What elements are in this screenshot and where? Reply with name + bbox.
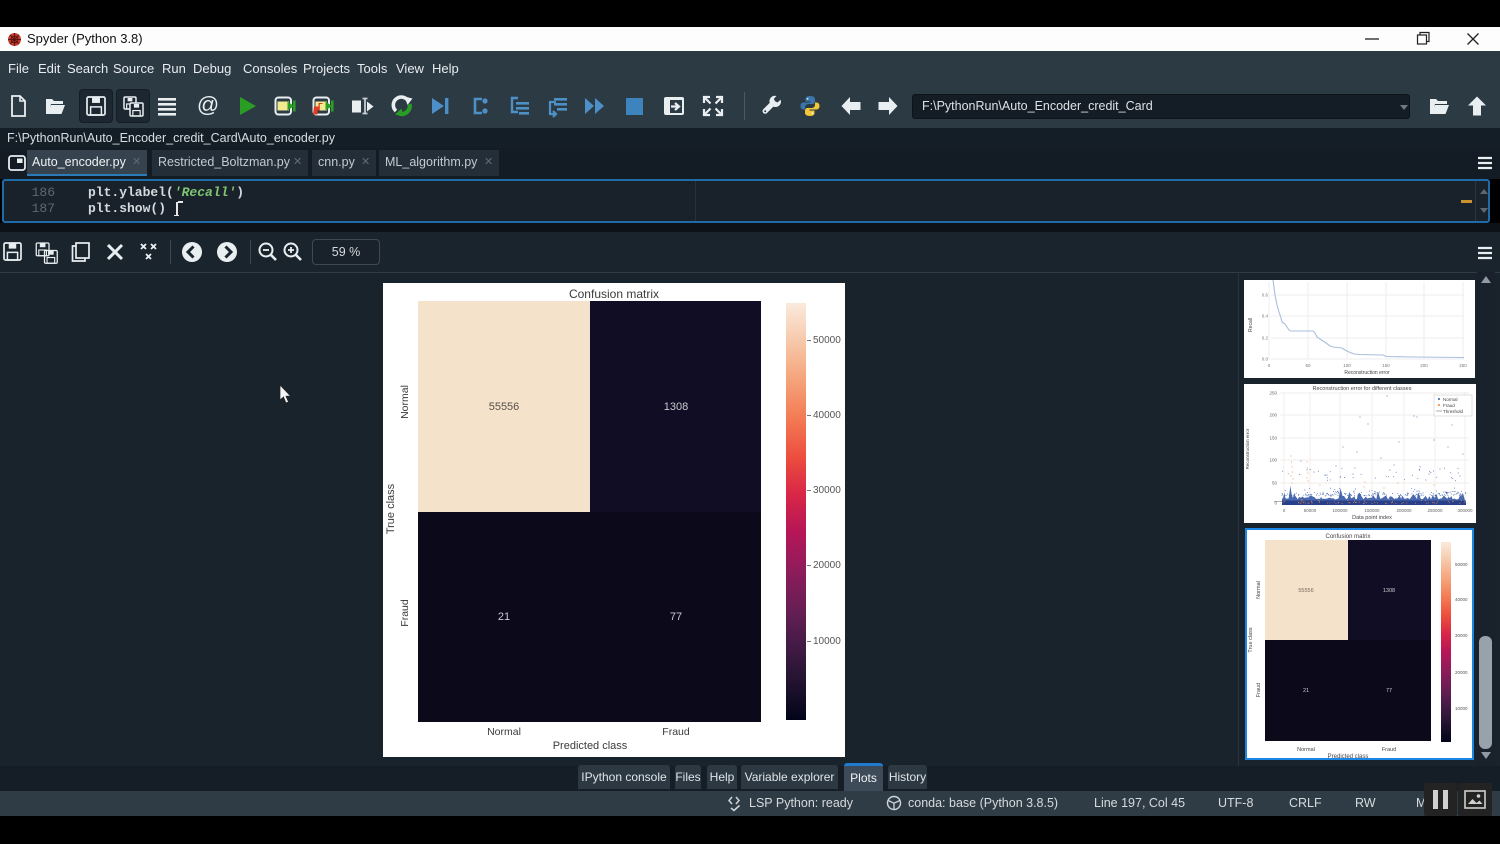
svg-text:0.4: 0.4 [1262, 314, 1269, 319]
svg-text:150000: 150000 [1364, 508, 1380, 513]
svg-text:0: 0 [1283, 508, 1286, 513]
svg-text:100: 100 [1269, 458, 1277, 463]
svg-text:Normal: Normal [1443, 397, 1458, 402]
svg-text:0: 0 [1268, 363, 1271, 368]
svg-text:True class: True class [1248, 627, 1254, 652]
svg-text:Reconstruction error: Reconstruction error [1344, 370, 1390, 376]
svg-text:100000: 100000 [1332, 508, 1348, 513]
svg-text:200: 200 [1269, 413, 1277, 418]
svg-text:20000: 20000 [1455, 670, 1468, 675]
svg-text:250: 250 [1459, 363, 1467, 368]
svg-text:Data point index: Data point index [1352, 515, 1392, 521]
svg-text:Recall: Recall [1248, 318, 1254, 332]
svg-text:40000: 40000 [1455, 597, 1468, 602]
svg-text:200: 200 [1420, 363, 1428, 368]
svg-text:150: 150 [1382, 363, 1390, 368]
svg-text:1308: 1308 [1383, 588, 1395, 594]
svg-text:0.6: 0.6 [1262, 293, 1269, 298]
svg-text:77: 77 [1386, 688, 1392, 694]
svg-text:Reconstruction error: Reconstruction error [1245, 428, 1250, 469]
svg-text:30000: 30000 [1455, 633, 1468, 638]
svg-text:50: 50 [1305, 363, 1311, 368]
svg-text:50000: 50000 [1304, 508, 1317, 513]
svg-text:100: 100 [1343, 363, 1351, 368]
svg-text:Fraud: Fraud [1443, 403, 1455, 408]
svg-text:300000: 300000 [1457, 508, 1473, 513]
svg-text:@: @ [197, 94, 219, 117]
svg-text:Normal: Normal [1297, 747, 1315, 753]
svg-text:0.2: 0.2 [1262, 336, 1269, 341]
svg-text:50000: 50000 [1455, 562, 1468, 567]
svg-text:0.0: 0.0 [1262, 357, 1269, 362]
svg-text:Normal: Normal [1256, 581, 1262, 599]
svg-text:Threshold: Threshold [1443, 409, 1464, 414]
svg-text:Reconstruction error for diffe: Reconstruction error for different class… [1313, 386, 1412, 392]
svg-text:Fraud: Fraud [1382, 747, 1396, 753]
svg-text:Fraud: Fraud [1256, 683, 1262, 697]
svg-text:Confusion matrix: Confusion matrix [1325, 534, 1370, 540]
svg-text:55556: 55556 [1298, 588, 1313, 594]
svg-text:50: 50 [1272, 481, 1278, 486]
svg-text:200000: 200000 [1396, 508, 1412, 513]
svg-text:250: 250 [1269, 391, 1277, 396]
svg-text:Predicted class: Predicted class [1328, 754, 1369, 758]
svg-text:21: 21 [1303, 688, 1309, 694]
svg-text:250000: 250000 [1427, 508, 1443, 513]
svg-text:10000: 10000 [1455, 706, 1468, 711]
svg-text:150: 150 [1269, 436, 1277, 441]
